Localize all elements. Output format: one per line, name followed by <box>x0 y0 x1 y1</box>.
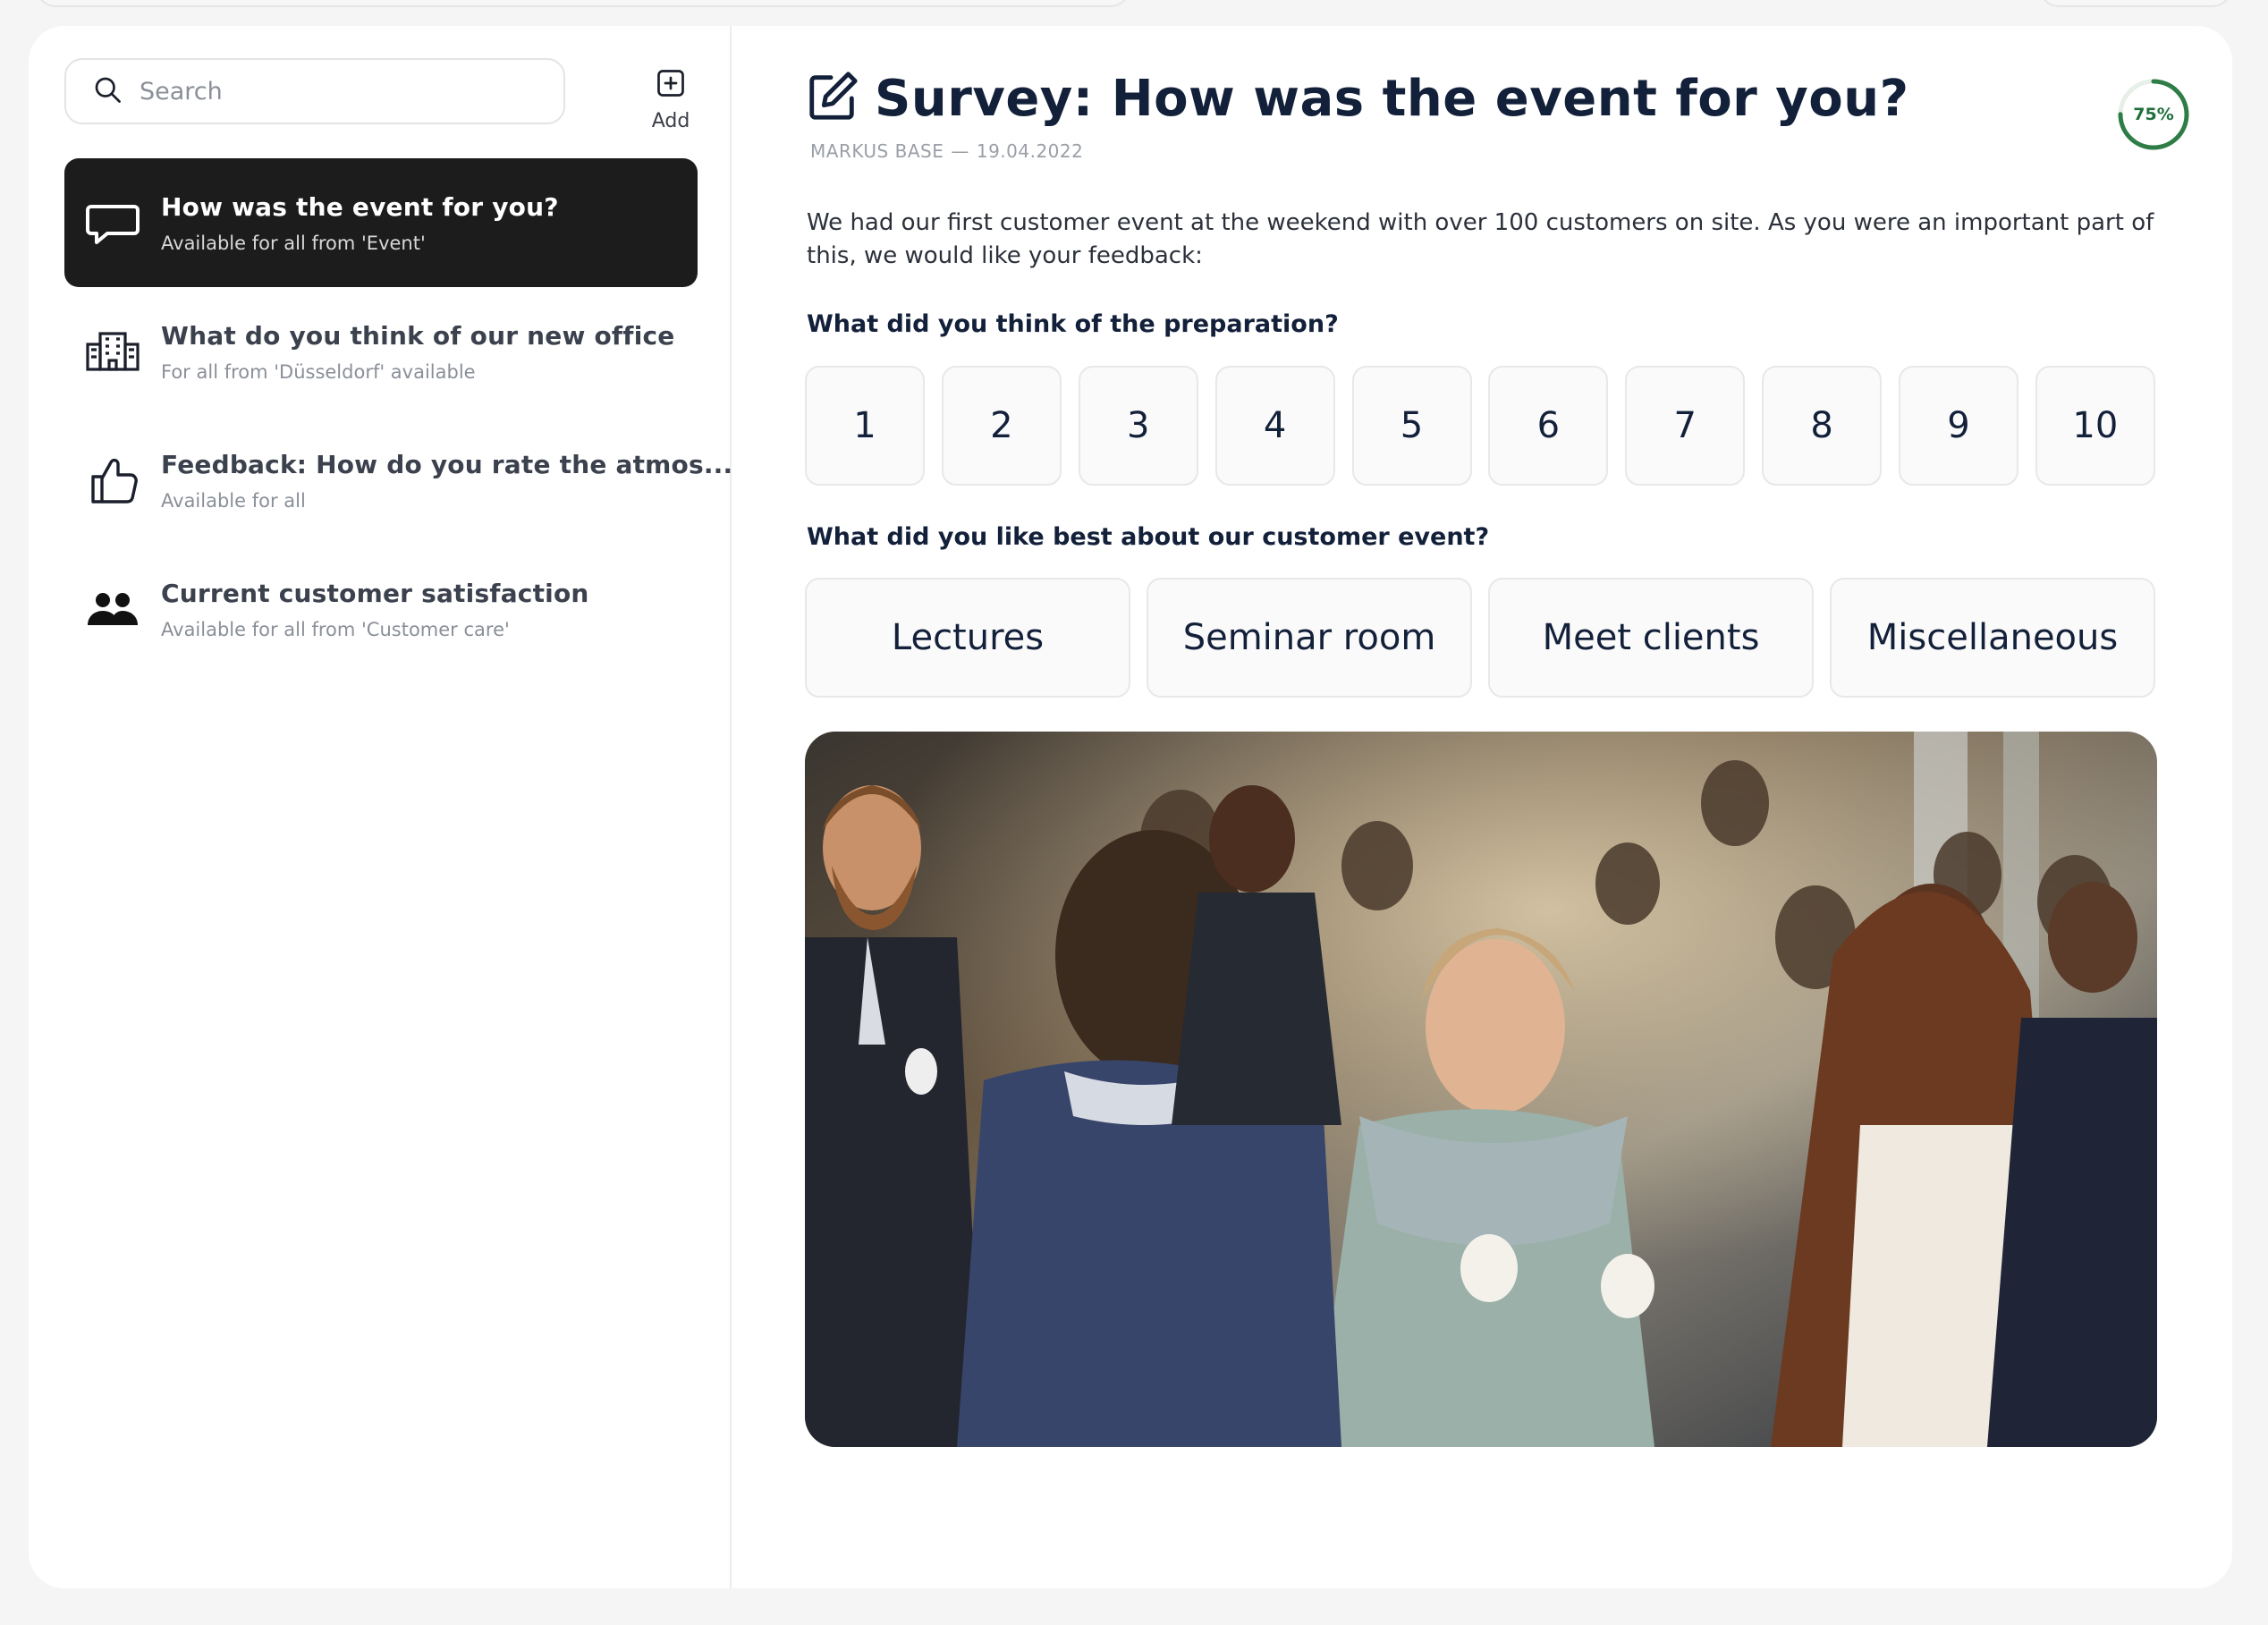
top-bar-right-edge <box>2039 0 2232 7</box>
rating-option-1[interactable]: 1 <box>805 366 925 486</box>
event-photo <box>805 732 2157 1447</box>
rating-option-9[interactable]: 9 <box>1899 366 2018 486</box>
rating-option-2[interactable]: 2 <box>941 366 1062 486</box>
add-label: Add <box>651 110 690 132</box>
question-preparation: What did you think of the preparation? <box>807 310 1339 338</box>
search-box[interactable] <box>64 58 565 124</box>
survey-detail: Survey: How was the event for you? MARKU… <box>805 26 2200 1588</box>
survey-heading: Survey: How was the event for you? <box>805 69 1909 128</box>
search-input[interactable] <box>140 77 533 106</box>
survey-list: How was the event for you? Available for… <box>64 158 732 673</box>
progress-label: 75% <box>2133 105 2174 124</box>
survey-item-subtitle: Available for all <box>161 489 306 512</box>
survey-item-title: What do you think of our new office <box>161 320 675 351</box>
rating-option-5[interactable]: 5 <box>1351 366 1472 486</box>
survey-item-subtitle: Available for all from 'Customer care' <box>161 618 510 640</box>
rating-option-6[interactable]: 6 <box>1488 366 1609 486</box>
rating-option-8[interactable]: 8 <box>1762 366 1883 486</box>
survey-item-satisfaction[interactable]: Current customer satisfaction Available … <box>64 545 698 673</box>
option-meet-clients[interactable]: Meet clients <box>1488 578 1814 698</box>
option-miscellaneous[interactable]: Miscellaneous <box>1830 578 2155 698</box>
survey-item-event[interactable]: How was the event for you? Available for… <box>64 158 698 287</box>
survey-item-title: How was the event for you? <box>161 191 559 222</box>
office-building-icon <box>84 323 141 380</box>
rating-option-7[interactable]: 7 <box>1625 366 1746 486</box>
progress-ring: 75% <box>2116 77 2191 152</box>
search-icon <box>91 73 123 109</box>
rating-scale: 1 2 3 4 5 6 7 8 9 10 <box>805 366 2155 486</box>
chat-bubble-icon <box>84 194 141 251</box>
rating-option-3[interactable]: 3 <box>1078 366 1198 486</box>
top-bar-left-edge <box>36 0 1130 7</box>
edit-icon[interactable] <box>805 69 860 128</box>
add-survey-button[interactable]: Add <box>608 62 733 151</box>
survey-item-atmosphere[interactable]: Feedback: How do you rate the atmos... A… <box>64 416 732 545</box>
survey-item-office[interactable]: What do you think of our new office For … <box>64 287 698 416</box>
survey-date: 19.04.2022 <box>976 140 1084 162</box>
survey-meta: MARKUS BASE — 19.04.2022 <box>807 140 1087 162</box>
rating-option-4[interactable]: 4 <box>1214 366 1335 486</box>
page-title: Survey: How was the event for you? <box>875 69 1909 128</box>
option-lectures[interactable]: Lectures <box>805 578 1130 698</box>
survey-sidebar: Add How was the event for you? Available… <box>29 26 732 1588</box>
survey-item-subtitle: Available for all from 'Event' <box>161 232 426 254</box>
author-name: MARKUS BASE <box>810 140 944 162</box>
add-icon <box>655 67 687 105</box>
survey-item-title: Current customer satisfaction <box>161 578 589 608</box>
meta-separator: — <box>951 140 969 162</box>
option-seminar-room[interactable]: Seminar room <box>1147 578 1472 698</box>
app-card: Add How was the event for you? Available… <box>29 26 2232 1588</box>
choice-options: Lectures Seminar room Meet clients Misce… <box>805 578 2155 698</box>
question-best-part: What did you like best about our custome… <box>807 523 1490 551</box>
survey-item-title: Feedback: How do you rate the atmos... <box>161 449 733 479</box>
thumbs-up-icon <box>84 452 141 509</box>
survey-item-subtitle: For all from 'Düsseldorf' available <box>161 360 476 383</box>
people-icon <box>84 580 141 638</box>
rating-option-10[interactable]: 10 <box>2035 366 2155 486</box>
survey-description: We had our first customer event at the w… <box>807 209 2154 269</box>
